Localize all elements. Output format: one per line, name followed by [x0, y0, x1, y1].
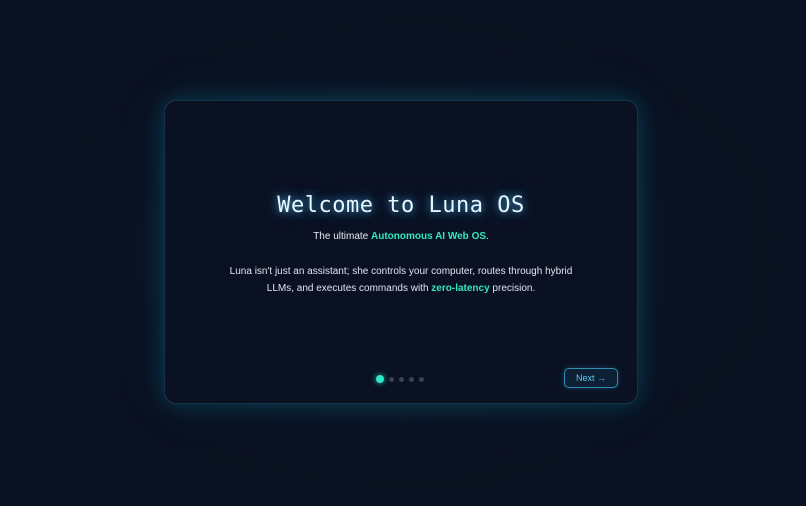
welcome-title: Welcome to Luna OS: [277, 193, 525, 218]
step-dot-3[interactable]: [399, 376, 404, 382]
subtitle-suffix: .: [486, 231, 489, 242]
subtitle-highlight: Autonomous AI Web OS: [371, 231, 487, 242]
step-dot-1[interactable]: [376, 375, 384, 383]
onboarding-card: Welcome to Luna OS The ultimate Autonomo…: [164, 100, 638, 404]
next-button[interactable]: Next →: [564, 368, 618, 388]
subtitle-prefix: The ultimate: [313, 231, 372, 242]
app-background: Welcome to Luna OS The ultimate Autonomo…: [0, 0, 806, 506]
welcome-subtitle: The ultimate Autonomous AI Web OS.: [165, 231, 637, 242]
step-dot-2[interactable]: [389, 376, 394, 382]
description-highlight: zero-latency: [431, 283, 490, 294]
step-dot-4[interactable]: [409, 376, 414, 382]
step-dot-5[interactable]: [419, 376, 424, 382]
step-indicator: [376, 375, 424, 383]
welcome-description: Luna isn't just an assistant; she contro…: [215, 263, 587, 297]
description-suffix: precision.: [489, 283, 536, 294]
